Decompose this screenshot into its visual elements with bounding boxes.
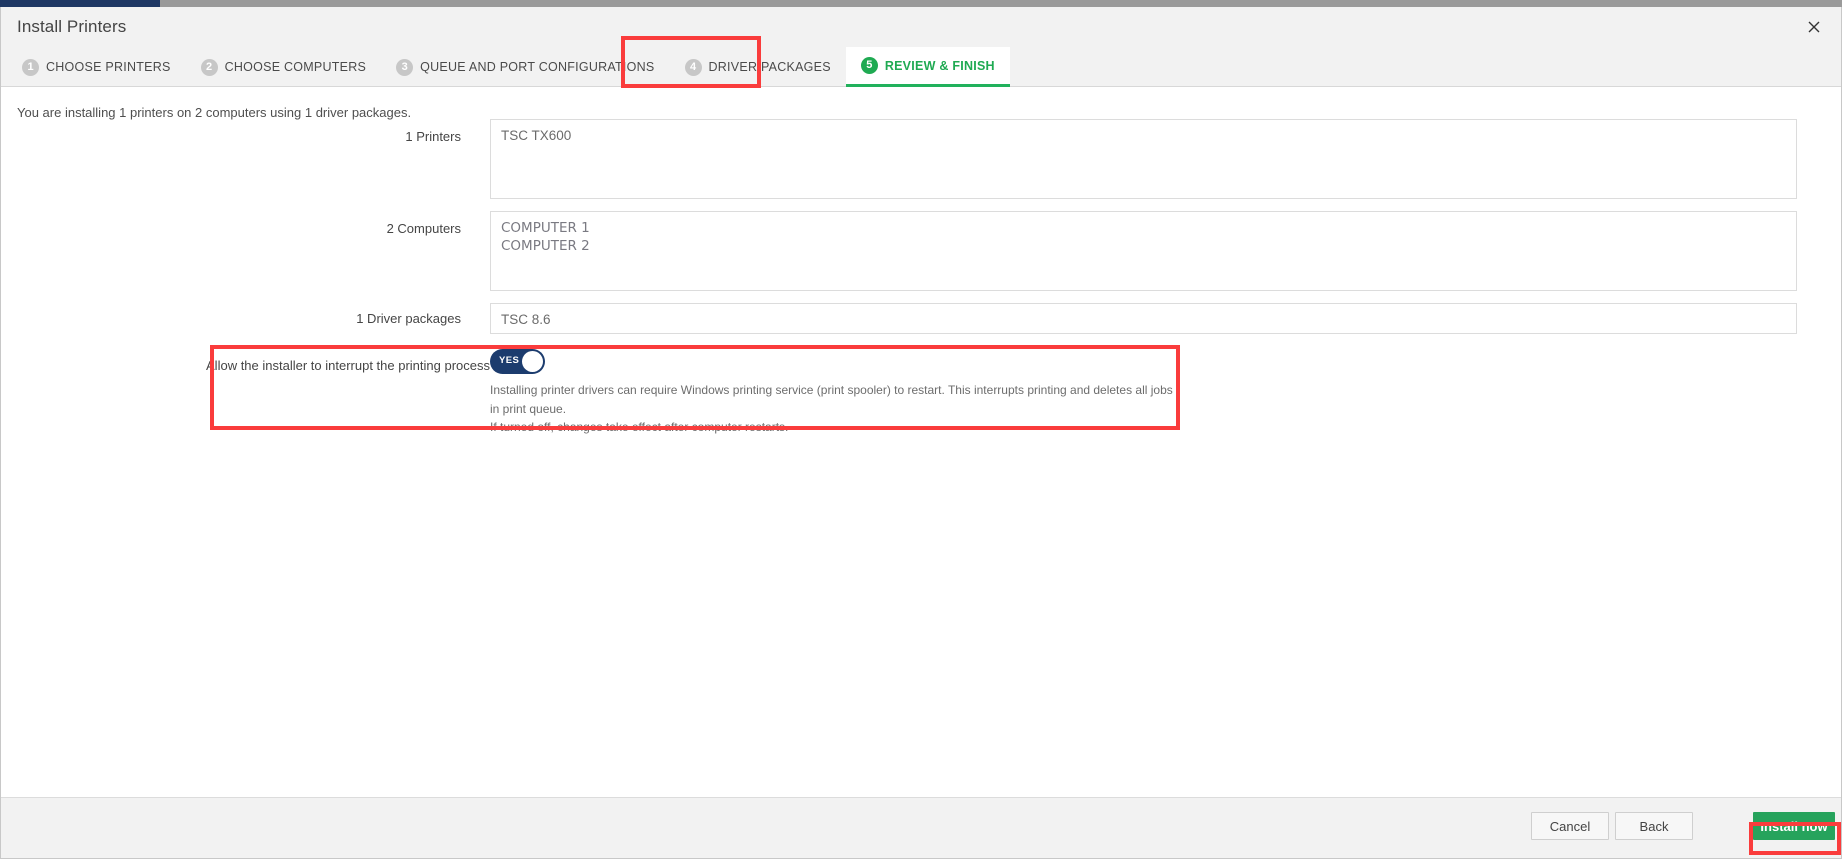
step-queue-and-port-configurations[interactable]: 3 QUEUE AND PORT CONFIGURATIONS — [381, 47, 669, 87]
computers-list-box: COMPUTER 1COMPUTER 2 — [490, 211, 1797, 291]
cancel-button[interactable]: Cancel — [1531, 812, 1609, 840]
step-number-badge: 4 — [685, 59, 702, 76]
step-review-and-finish[interactable]: 5 REVIEW & FINISH — [846, 47, 1010, 87]
help-line-2: If turned off, changes take effect after… — [490, 418, 1180, 437]
step-label: REVIEW & FINISH — [885, 59, 995, 73]
step-number-badge: 3 — [396, 59, 413, 76]
interrupt-printing-label: Allow the installer to interrupt the pri… — [30, 358, 490, 373]
wizard-stepper: 1 CHOOSE PRINTERS 2 CHOOSE COMPUTERS 3 Q… — [1, 47, 1841, 87]
install-now-button[interactable]: Install now — [1753, 812, 1835, 840]
close-icon[interactable] — [1793, 11, 1835, 43]
dialog-titlebar: Install Printers — [1, 7, 1841, 47]
step-label: DRIVER PACKAGES — [709, 60, 831, 74]
step-choose-printers[interactable]: 1 CHOOSE PRINTERS — [7, 47, 186, 87]
step-choose-computers[interactable]: 2 CHOOSE COMPUTERS — [186, 47, 382, 87]
interrupt-printing-toggle[interactable]: YES — [490, 349, 545, 374]
help-line-1: Installing printer drivers can require W… — [490, 381, 1180, 418]
step-label: CHOOSE COMPUTERS — [225, 60, 367, 74]
printers-list-box: TSC TX600 — [490, 119, 1797, 199]
computer-name: COMPUTER 2 — [501, 238, 1786, 256]
background-window-titlebar-strip — [0, 0, 160, 7]
toggle-knob — [522, 351, 543, 372]
dialog-footer: Cancel Back Install now — [1, 797, 1841, 858]
step-number-badge: 2 — [201, 59, 218, 76]
computer-name: COMPUTER 1 — [501, 220, 1786, 238]
computers-label: 2 Computers — [1, 221, 461, 236]
driver-packages-label: 1 Driver packages — [1, 311, 461, 326]
driver-packages-value: TSC 8.6 — [501, 312, 1786, 327]
interrupt-printing-help-text: Installing printer drivers can require W… — [490, 381, 1180, 437]
printers-label: 1 Printers — [1, 129, 461, 144]
printers-list-value: TSC TX600 — [501, 128, 1786, 143]
step-label: CHOOSE PRINTERS — [46, 60, 171, 74]
toggle-state-text: YES — [499, 355, 519, 366]
step-number-badge: 5 — [861, 57, 878, 74]
step-number-badge: 1 — [22, 59, 39, 76]
driver-packages-box: TSC 8.6 — [490, 303, 1797, 334]
summary-text: You are installing 1 printers on 2 compu… — [17, 105, 411, 120]
review-and-finish-panel: You are installing 1 printers on 2 compu… — [1, 87, 1841, 797]
step-label: QUEUE AND PORT CONFIGURATIONS — [420, 60, 654, 74]
interrupt-printing-setting: Allow the installer to interrupt the pri… — [1, 349, 1841, 427]
back-button[interactable]: Back — [1615, 812, 1693, 840]
step-driver-packages[interactable]: 4 DRIVER PACKAGES — [670, 47, 846, 87]
page-title: Install Printers — [17, 17, 126, 37]
computers-list-value: COMPUTER 1COMPUTER 2 — [501, 220, 1786, 256]
install-printers-dialog: Install Printers 1 CHOOSE PRINTERS 2 CHO… — [0, 7, 1842, 859]
